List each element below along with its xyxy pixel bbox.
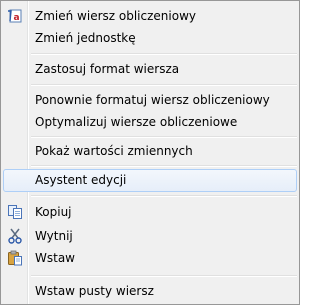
menu-item-label: Wstaw	[35, 251, 75, 265]
menu-item-label: Ponownie formatuj wiersz obliczeniowy	[35, 93, 270, 107]
menu-item-optimize-calc-rows[interactable]: Optymalizuj wiersze obliczeniowe	[3, 111, 297, 133]
paste-icon	[7, 250, 23, 266]
menu-item-change-calc-row[interactable]: a Zmień wiersz obliczeniowy	[3, 5, 297, 27]
copy-icon	[7, 204, 23, 220]
menu-item-label: Zastosuj format wiersza	[35, 62, 180, 76]
menu-item-show-variable-values[interactable]: Pokaż wartości zmiennych	[3, 140, 297, 162]
menu-item-edit-assistant[interactable]: Asystent edycji	[3, 169, 297, 192]
menu-item-label: Pokaż wartości zmiennych	[35, 144, 193, 158]
menu-item-label: Zmień jednostkę	[35, 31, 136, 45]
menu-separator	[31, 136, 297, 138]
menu-separator	[31, 84, 297, 86]
menu-item-label: Kopiuj	[35, 205, 72, 219]
menu-item-copy[interactable]: Kopiuj	[3, 201, 297, 223]
menu-item-reformat-calc-row[interactable]: Ponownie formatuj wiersz obliczeniowy	[3, 89, 297, 111]
menu-separator	[31, 275, 297, 277]
menu-item-label: Wytnij	[35, 229, 73, 243]
formula-row-icon: a	[7, 8, 23, 24]
menu-item-label: Asystent edycji	[35, 173, 127, 187]
menu-item-label: Zmień wiersz obliczeniowy	[35, 9, 196, 23]
menu-item-label: Optymalizuj wiersze obliczeniowe	[35, 115, 238, 129]
menu-item-label: Wstaw pusty wiersz	[35, 284, 154, 298]
menu-item-apply-row-format[interactable]: Zastosuj format wiersza	[3, 58, 297, 80]
cut-icon	[7, 228, 23, 244]
svg-text:a: a	[14, 13, 20, 23]
menu-separator	[31, 195, 297, 197]
menu-separator	[31, 53, 297, 55]
menu-item-cut[interactable]: Wytnij	[3, 225, 297, 247]
menu-separator	[31, 165, 297, 167]
menu-item-insert-empty-row[interactable]: Wstaw pusty wiersz	[3, 280, 297, 302]
menu-item-change-unit[interactable]: Zmień jednostkę	[3, 27, 297, 49]
menu-item-paste[interactable]: Wstaw	[3, 247, 297, 269]
context-menu: a Zmień wiersz obliczeniowy Zmień jednos…	[0, 0, 300, 305]
